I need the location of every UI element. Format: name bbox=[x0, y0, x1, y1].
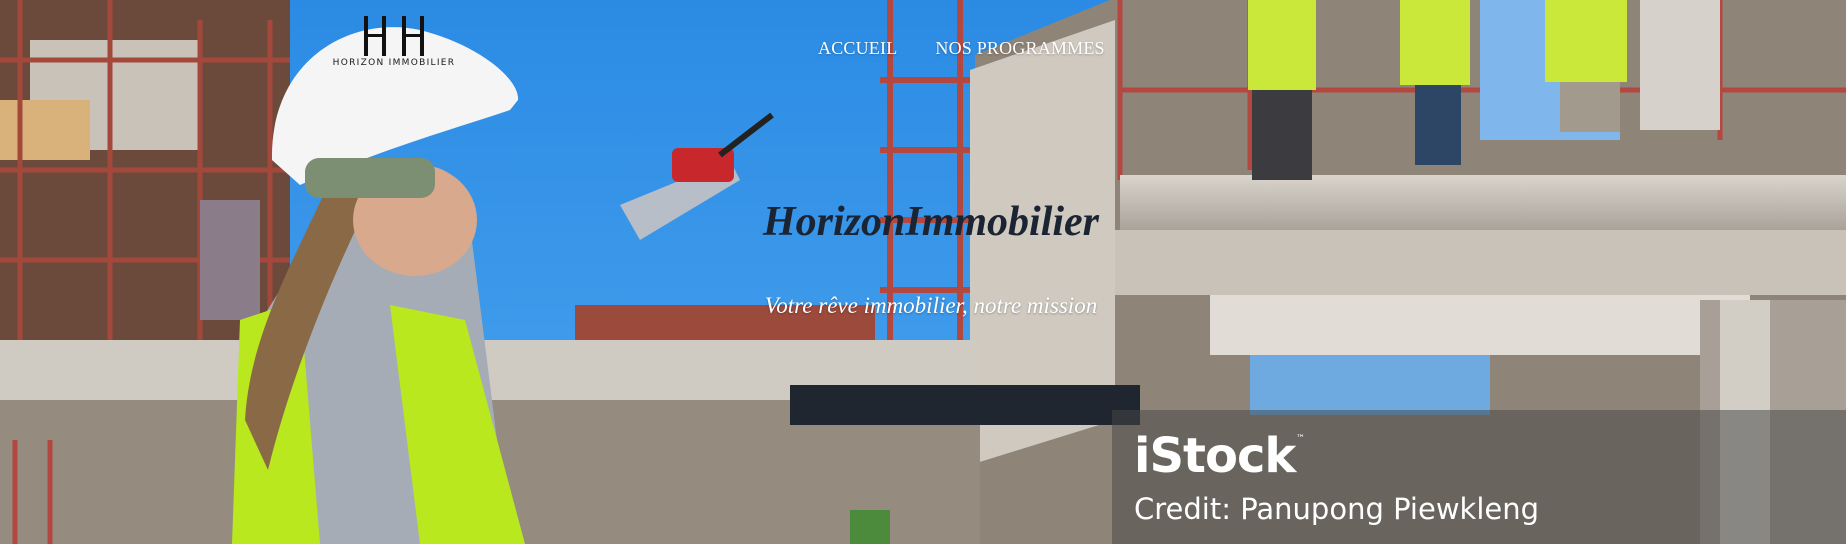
watermark-brand: iStock bbox=[1134, 428, 1296, 484]
stock-watermark: iStock ™ Credit: Panupong Piewkleng bbox=[1112, 410, 1846, 544]
hero-title: HorizonImmobilier bbox=[762, 199, 1100, 245]
hero-subtitle: Votre rêve immobilier, notre mission bbox=[764, 293, 1098, 318]
hero-section: HORIZON IMMOBILIER ACCUEIL NOS PROGRAMME… bbox=[0, 0, 1846, 544]
nav-link-accueil[interactable]: ACCUEIL bbox=[818, 38, 897, 59]
main-nav: ACCUEIL NOS PROGRAMMES bbox=[818, 38, 1105, 59]
logo-text: HORIZON IMMOBILIER bbox=[332, 58, 456, 68]
site-logo[interactable]: HORIZON IMMOBILIER bbox=[322, 16, 466, 78]
nav-link-nos-programmes[interactable]: NOS PROGRAMMES bbox=[935, 38, 1104, 59]
logo-monogram-icon bbox=[364, 16, 424, 56]
watermark-credit: Credit: Panupong Piewkleng bbox=[1134, 492, 1540, 526]
watermark-trademark: ™ bbox=[1296, 434, 1305, 444]
